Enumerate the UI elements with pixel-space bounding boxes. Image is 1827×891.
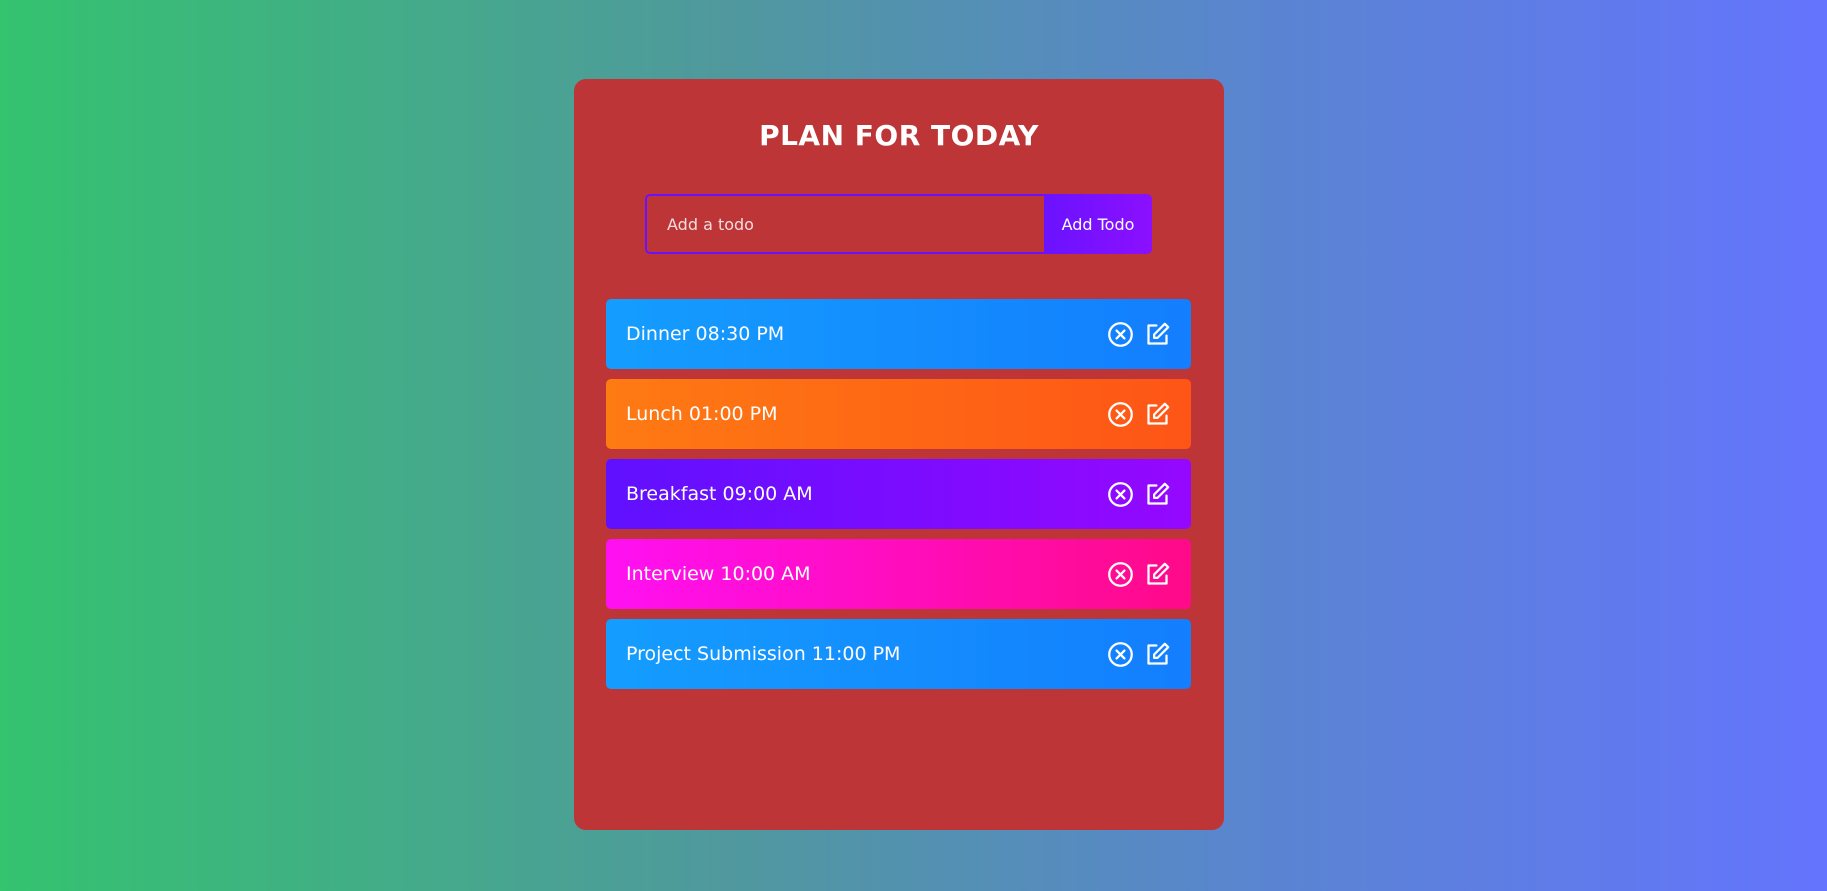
todo-item: Project Submission 11:00 PM: [606, 619, 1191, 689]
edit-icon[interactable]: [1144, 321, 1171, 348]
todo-input[interactable]: [645, 194, 1044, 254]
todo-text: Lunch 01:00 PM: [626, 403, 778, 425]
close-circle-icon[interactable]: [1107, 641, 1134, 668]
todo-item: Interview 10:00 AM: [606, 539, 1191, 609]
todo-item: Dinner 08:30 PM: [606, 299, 1191, 369]
todo-app-card: PLAN FOR TODAY Add Todo Dinner 08:30 PM …: [574, 79, 1224, 830]
todo-text: Project Submission 11:00 PM: [626, 643, 901, 665]
todo-item: Lunch 01:00 PM: [606, 379, 1191, 449]
close-circle-icon[interactable]: [1107, 561, 1134, 588]
todo-text: Dinner 08:30 PM: [626, 323, 785, 345]
todo-form: Add Todo: [645, 194, 1152, 254]
todo-text: Interview 10:00 AM: [626, 563, 811, 585]
todo-actions: [1107, 561, 1171, 588]
close-circle-icon[interactable]: [1107, 481, 1134, 508]
close-circle-icon[interactable]: [1107, 321, 1134, 348]
todo-actions: [1107, 321, 1171, 348]
close-circle-icon[interactable]: [1107, 401, 1134, 428]
add-todo-button[interactable]: Add Todo: [1044, 194, 1152, 254]
edit-icon[interactable]: [1144, 641, 1171, 668]
todo-actions: [1107, 481, 1171, 508]
todo-list: Dinner 08:30 PM Lunch 01:00 PM Breakfast…: [606, 299, 1191, 699]
edit-icon[interactable]: [1144, 401, 1171, 428]
todo-text: Breakfast 09:00 AM: [626, 483, 813, 505]
edit-icon[interactable]: [1144, 481, 1171, 508]
edit-icon[interactable]: [1144, 561, 1171, 588]
page-title: PLAN FOR TODAY: [759, 119, 1039, 152]
todo-actions: [1107, 641, 1171, 668]
todo-actions: [1107, 401, 1171, 428]
todo-item: Breakfast 09:00 AM: [606, 459, 1191, 529]
